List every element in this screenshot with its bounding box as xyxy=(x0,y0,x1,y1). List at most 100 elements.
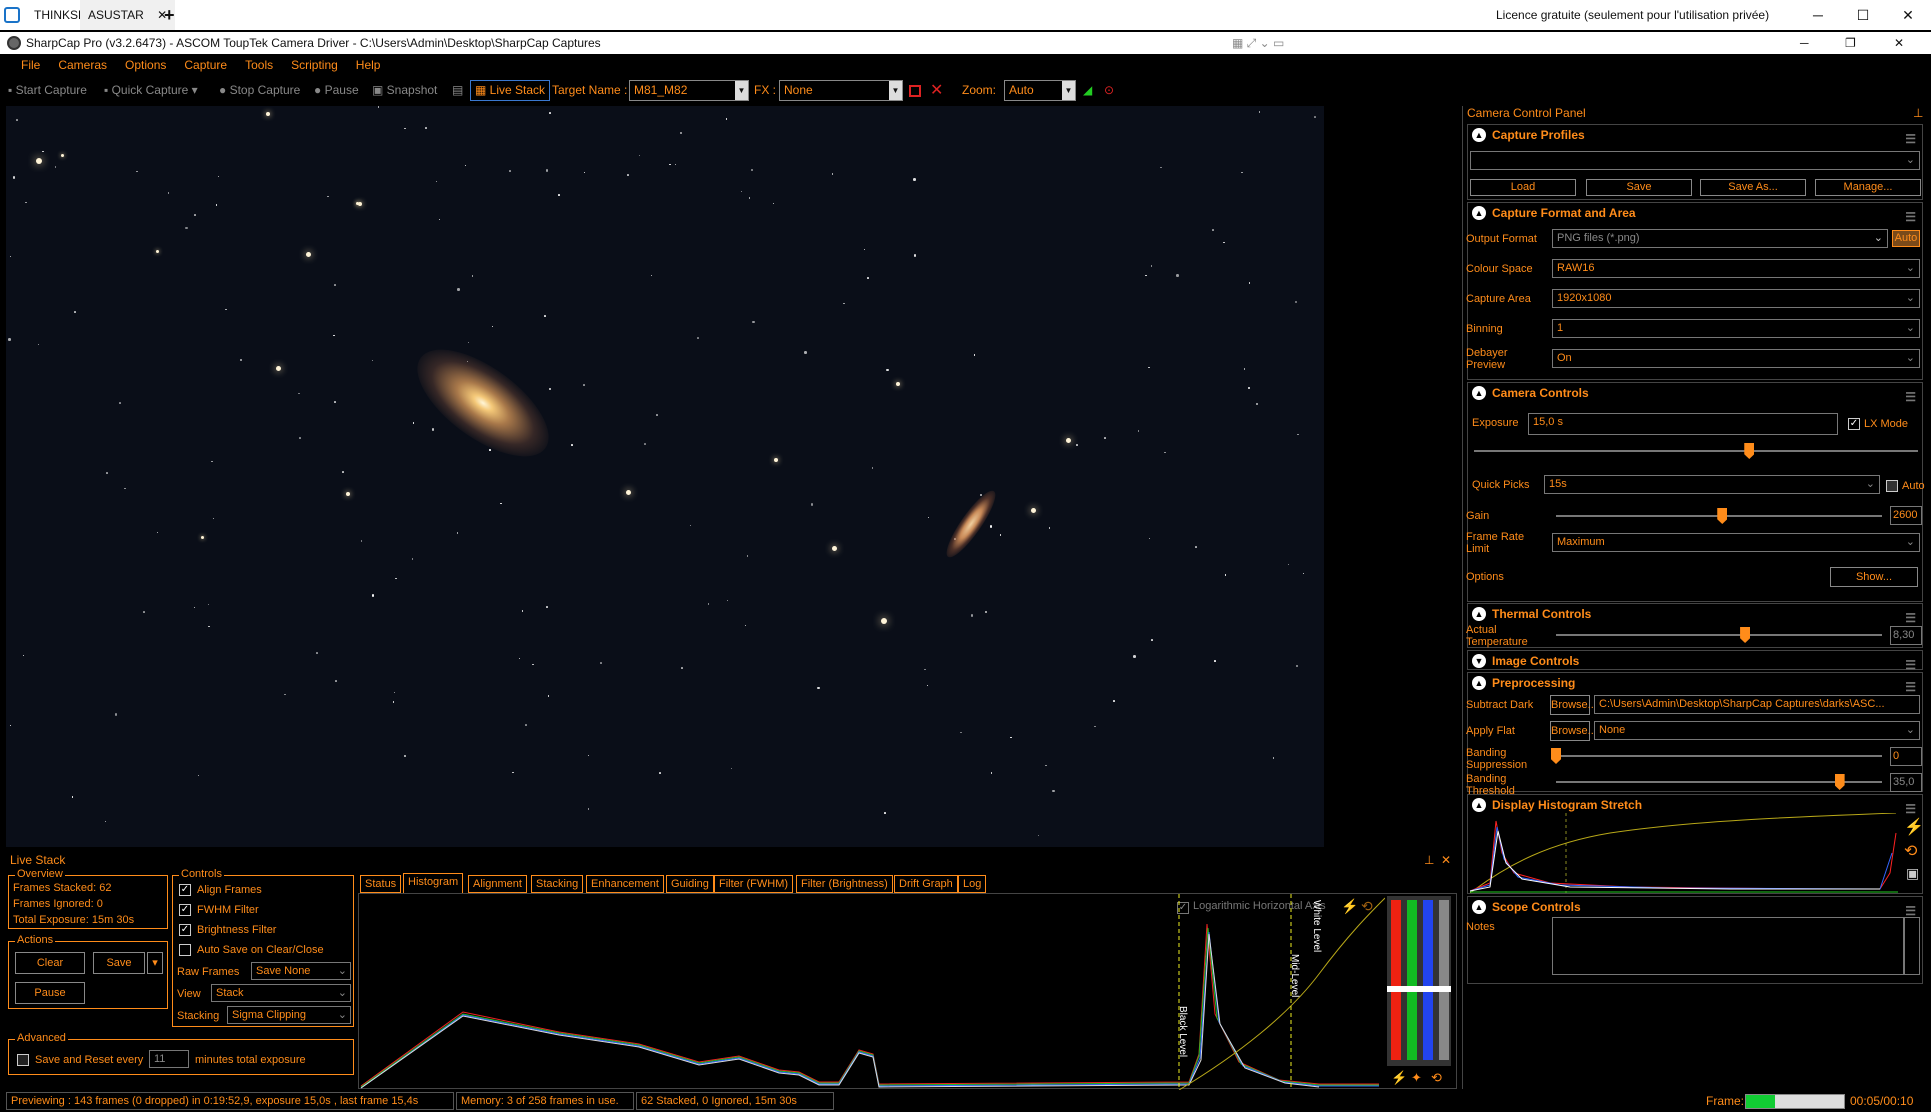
auto-exposure-checkbox[interactable] xyxy=(1886,480,1898,492)
lx-mode-checkbox[interactable]: ✓ xyxy=(1848,418,1860,430)
chevron-up-icon[interactable]: ▲ xyxy=(1472,798,1486,812)
snapshot-button[interactable]: ▣ Snapshot xyxy=(372,78,437,103)
menu-icon[interactable]: ☰ xyxy=(1905,207,1916,227)
fx-select[interactable]: None ▼ xyxy=(779,80,903,101)
brightness-filter-checkbox[interactable]: ✓ xyxy=(179,924,191,936)
manage-profiles-button[interactable]: Manage... xyxy=(1815,179,1921,196)
frame-rate-select[interactable]: Maximum ⌄ xyxy=(1552,533,1920,552)
auto-format-button[interactable]: Auto xyxy=(1892,230,1920,247)
target-name-field[interactable]: M81_M82 ▼ xyxy=(629,80,749,101)
menu-options[interactable]: Options xyxy=(116,54,175,76)
banding-suppression-input[interactable]: 0 xyxy=(1890,747,1922,766)
show-options-button[interactable]: Show... xyxy=(1830,567,1918,587)
close-icon[interactable]: ✕ xyxy=(1441,853,1451,867)
exposure-input[interactable]: 15,0 s xyxy=(1528,413,1838,435)
section-header[interactable]: ▲ Capture Format and Area ☰ xyxy=(1468,203,1922,224)
section-header[interactable]: ▲ Thermal Controls ☰ xyxy=(1468,604,1922,625)
roi-icon[interactable] xyxy=(909,85,921,97)
chevron-down-icon[interactable]: ▼ xyxy=(1062,81,1075,100)
minutes-stepper[interactable]: 11 xyxy=(149,1050,189,1068)
notes-textarea[interactable] xyxy=(1552,917,1904,975)
menu-icon[interactable]: ☰ xyxy=(1905,799,1916,819)
tab-log[interactable]: Log xyxy=(958,875,987,893)
clear-roi-icon[interactable]: ✕ xyxy=(930,78,943,103)
menu-icon[interactable]: ☰ xyxy=(1905,387,1916,407)
grey-level-bar[interactable] xyxy=(1439,900,1449,1060)
banding-suppression-thumb[interactable] xyxy=(1551,748,1561,764)
debayer-select[interactable]: On ⌄ xyxy=(1552,349,1920,368)
pause-stack-button[interactable]: Pause xyxy=(15,982,85,1004)
menu-scripting[interactable]: Scripting xyxy=(282,54,347,76)
save-stretch-icon[interactable]: ▣ xyxy=(1906,865,1919,882)
reset-icon[interactable]: ⟲ xyxy=(1431,1070,1442,1086)
tab-guiding[interactable]: Guiding xyxy=(666,875,714,893)
profile-select[interactable]: ⌄ xyxy=(1470,151,1920,170)
output-format-select[interactable]: PNG files (*.png) ⌄ xyxy=(1552,229,1888,248)
live-stack-button[interactable]: ▦ Live Stack xyxy=(470,80,551,101)
browse-dark-button[interactable]: Browse... xyxy=(1550,695,1597,715)
tab-drift-graph[interactable]: Drift Graph xyxy=(894,875,958,893)
minimize-icon[interactable]: ─ xyxy=(1795,0,1841,30)
gain-slider[interactable] xyxy=(1556,508,1882,524)
dark-path-select[interactable]: C:\Users\Admin\Desktop\SharpCap Captures… xyxy=(1594,695,1920,714)
close-icon[interactable]: ✕ xyxy=(1894,32,1904,54)
level-handle[interactable] xyxy=(1387,986,1451,992)
save-as-profile-button[interactable]: Save As... xyxy=(1700,179,1806,196)
capture-area-select[interactable]: 1920x1080 ⌄ xyxy=(1552,289,1920,308)
tab-stacking[interactable]: Stacking xyxy=(531,875,584,893)
menu-help[interactable]: Help xyxy=(347,54,390,76)
exposure-slider-thumb[interactable] xyxy=(1744,443,1755,459)
tab-histogram[interactable]: Histogram xyxy=(403,873,464,893)
pin-icon[interactable]: ⊥ xyxy=(1424,853,1434,867)
tab-status[interactable]: Status xyxy=(360,875,402,893)
section-header[interactable]: ▲ Scope Controls ☰ xyxy=(1468,897,1922,918)
tab-filter-brightness[interactable]: Filter (Brightness) xyxy=(796,875,893,893)
view-select[interactable]: Stack ⌄ xyxy=(211,984,351,1002)
green-level-bar[interactable] xyxy=(1407,900,1417,1060)
banding-threshold-slider[interactable] xyxy=(1556,774,1882,790)
auto-save-checkbox[interactable] xyxy=(179,944,191,956)
tab-filter-fwhm[interactable]: Filter (FWHM) xyxy=(714,875,794,893)
star-icon[interactable]: ✦ xyxy=(1411,1070,1422,1086)
chevron-up-icon[interactable]: ▲ xyxy=(1472,206,1486,220)
binning-select[interactable]: 1 ⌄ xyxy=(1552,319,1920,338)
histogram-icon[interactable]: ◢ xyxy=(1083,78,1092,103)
colour-space-select[interactable]: RAW16 ⌄ xyxy=(1552,259,1920,278)
browse-flat-button[interactable]: Browse... xyxy=(1550,721,1597,741)
blue-level-bar[interactable] xyxy=(1423,900,1433,1060)
save-reset-checkbox[interactable] xyxy=(17,1054,29,1066)
save-stack-button[interactable]: Save xyxy=(93,952,145,974)
pause-button[interactable]: ● Pause xyxy=(314,78,359,103)
remote-toolbar-icon[interactable]: ▦ ⤢ ⌄ ▭ xyxy=(1232,32,1284,54)
clear-stack-button[interactable]: Clear xyxy=(15,952,85,974)
chevron-down-icon[interactable]: ▼ xyxy=(889,81,902,100)
red-level-bar[interactable] xyxy=(1391,900,1401,1060)
reticle-icon[interactable]: ⊙ xyxy=(1104,78,1114,103)
stack-histogram[interactable]: ✓ Logarithmic Horizontal Axis ⚡ ⟲ Black … xyxy=(358,893,1457,1090)
align-frames-checkbox[interactable]: ✓ xyxy=(179,884,191,896)
stop-capture-button[interactable]: ● Stop Capture xyxy=(219,78,300,103)
chevron-up-icon[interactable]: ▲ xyxy=(1472,386,1486,400)
chevron-down-icon[interactable]: ▼ xyxy=(735,81,748,100)
raw-frames-select[interactable]: Save None ⌄ xyxy=(251,962,351,980)
banding-suppression-slider[interactable] xyxy=(1551,748,1882,764)
tab-enhancement[interactable]: Enhancement xyxy=(586,875,664,893)
pin-icon[interactable]: ⊥ xyxy=(1913,106,1923,120)
start-capture-button[interactable]: ▪ Start Capture xyxy=(8,78,87,103)
stacking-select[interactable]: Sigma Clipping ⌄ xyxy=(227,1006,351,1024)
flat-select[interactable]: None ⌄ xyxy=(1594,721,1920,740)
section-header[interactable]: ▲ Capture Profiles ☰ xyxy=(1468,125,1922,146)
gain-slider-thumb[interactable] xyxy=(1717,508,1728,524)
minimize-icon[interactable]: ─ xyxy=(1800,32,1809,54)
maximize-icon[interactable]: ☐ xyxy=(1840,0,1886,30)
image-viewer[interactable] xyxy=(6,106,1324,847)
menu-icon[interactable]: ☰ xyxy=(1905,608,1916,628)
gain-input[interactable]: 2600 xyxy=(1890,506,1922,525)
settings-icon[interactable]: ▤ xyxy=(452,78,463,103)
chevron-up-icon[interactable]: ▲ xyxy=(1472,607,1486,621)
chevron-down-icon[interactable]: ▼ xyxy=(1472,654,1486,668)
notes-scrollbar[interactable] xyxy=(1904,917,1920,975)
banding-threshold-thumb[interactable] xyxy=(1834,774,1845,790)
section-header[interactable]: ▼ Image Controls ☰ xyxy=(1468,651,1922,672)
tab-alignment[interactable]: Alignment xyxy=(468,875,527,893)
